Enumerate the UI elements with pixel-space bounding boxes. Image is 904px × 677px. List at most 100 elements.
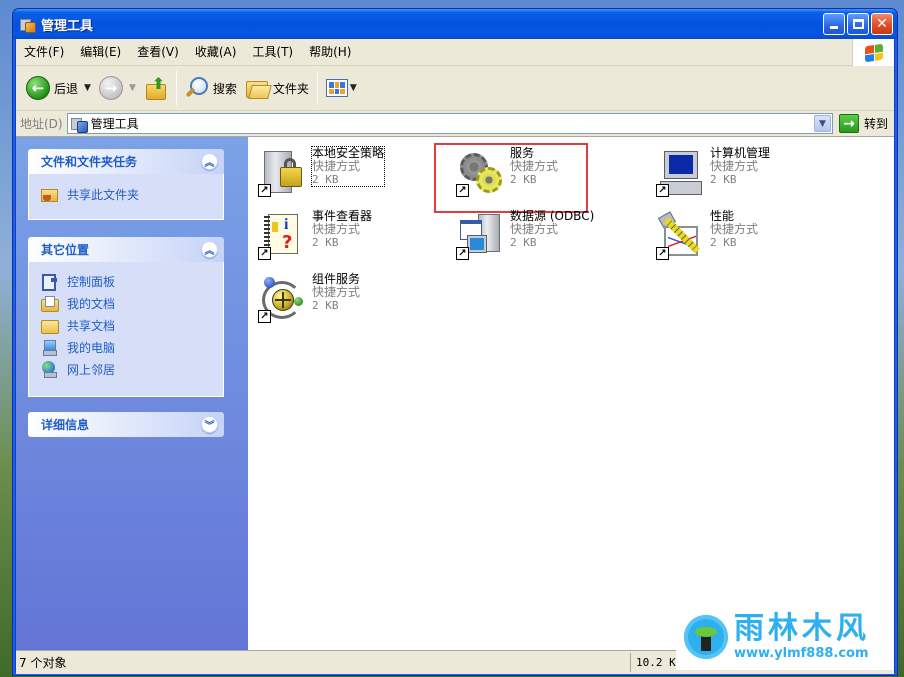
forward-dropdown-icon[interactable]: ▼ (129, 83, 136, 93)
close-button[interactable]: ✕ (871, 13, 893, 35)
file-item-computer-management[interactable]: ↗ 计算机管理 快捷方式 2 KB (656, 145, 851, 201)
my-computer-icon (41, 339, 57, 356)
place-label: 控制面板 (67, 274, 116, 289)
watermark: 雨林木风 www.ylmf888.com (676, 604, 894, 670)
file-item-performance[interactable]: ↗ 性能 快捷方式 2 KB (656, 208, 851, 264)
task-label: 共享此文件夹 (67, 187, 140, 202)
panel-title: 其它位置 (41, 243, 90, 257)
odbc-data-source-icon: ↗ (456, 212, 504, 260)
views-dropdown-icon[interactable]: ▼ (350, 83, 357, 93)
address-dropdown-icon[interactable]: ▼ (813, 115, 831, 132)
file-item-services[interactable]: ↗ 服务 快捷方式 2 KB (456, 145, 651, 201)
event-viewer-icon: i? ↗ (258, 212, 306, 260)
window-controls: ✕ (823, 13, 893, 35)
shortcut-arrow-icon: ↗ (656, 247, 669, 260)
back-dropdown-icon[interactable]: ▼ (84, 83, 91, 93)
file-size: 2 KB (510, 173, 537, 186)
menu-edit[interactable]: 编辑(E) (72, 42, 129, 62)
close-icon: ✕ (876, 16, 888, 32)
file-size: 2 KB (312, 236, 339, 249)
file-item-local-security-policy[interactable]: ↗ 本地安全策略 快捷方式 2 KB (258, 145, 453, 201)
folders-button[interactable]: 文件夹 (241, 71, 313, 105)
search-label: 搜索 (212, 81, 237, 96)
shortcut-arrow-icon: ↗ (258, 310, 271, 323)
shortcut-arrow-icon: ↗ (656, 184, 669, 197)
details-panel: 详细信息 ︾ (28, 412, 224, 437)
performance-icon: ↗ (656, 211, 704, 260)
place-label: 共享文档 (67, 318, 116, 333)
file-size: 2 KB (710, 236, 737, 249)
file-text: 组件服务 快捷方式 2 KB (312, 273, 360, 313)
address-value: 管理工具 (90, 117, 139, 131)
toolbar-separator (175, 71, 177, 105)
network-places-icon (41, 361, 57, 378)
file-text: 数据源 (ODBC) 快捷方式 2 KB (510, 210, 594, 250)
panel-header[interactable]: 其它位置 ︽ (28, 237, 224, 262)
place-shared-documents[interactable]: 共享文档 (41, 314, 211, 336)
maximize-button[interactable] (847, 13, 869, 35)
place-control-panel[interactable]: 控制面板 (41, 270, 211, 292)
file-type: 快捷方式 (710, 159, 759, 173)
control-panel-icon (41, 273, 57, 291)
services-icon: ↗ (456, 149, 504, 197)
folder-up-icon (144, 74, 168, 100)
menu-bar: 文件(F) 编辑(E) 查看(V) 收藏(A) 工具(T) 帮助(H) (16, 39, 894, 66)
panel-header[interactable]: 详细信息 ︾ (28, 412, 224, 437)
file-item-event-viewer[interactable]: i? ↗ 事件查看器 快捷方式 2 KB (258, 208, 453, 264)
place-label: 网上邻居 (67, 362, 116, 377)
share-folder-icon (41, 186, 58, 202)
file-text: 本地安全策略 快捷方式 2 KB (310, 146, 386, 187)
windows-flag-icon (864, 43, 883, 62)
go-button[interactable]: → 转到 (833, 113, 894, 134)
back-label: 后退 (54, 81, 79, 96)
place-my-computer[interactable]: 我的电脑 (41, 336, 211, 358)
place-label: 我的电脑 (67, 340, 116, 355)
file-size: 2 KB (510, 236, 537, 249)
menu-view[interactable]: 查看(V) (129, 42, 187, 62)
back-arrow-icon: ← (26, 76, 50, 100)
administrative-tools-icon (70, 116, 88, 133)
expand-icon[interactable]: ︾ (201, 416, 218, 433)
views-icon (325, 79, 348, 97)
task-share-folder[interactable]: 共享此文件夹 (41, 183, 211, 205)
windows-logo (852, 39, 894, 66)
content-area: 文件和文件夹任务 ︽ 共享此文件夹 其它位置 ︽ 控制面板 我的文档 共享文档 … (16, 136, 894, 650)
my-documents-icon (41, 295, 59, 312)
back-button[interactable]: ← 后退 ▼ (22, 71, 95, 105)
minimize-button[interactable] (823, 13, 845, 35)
folders-icon (245, 77, 269, 99)
file-list: ↗ 本地安全策略 快捷方式 2 KB ↗ 服务 快捷方式 2 KB ↗ 计算机管… (248, 137, 894, 650)
watermark-brand: 雨林木风 (734, 611, 870, 646)
collapse-icon[interactable]: ︽ (201, 241, 218, 258)
address-label: 地址(D) (20, 117, 63, 131)
file-text: 事件查看器 快捷方式 2 KB (312, 210, 372, 250)
minimize-icon (830, 26, 838, 29)
watermark-url: www.ylmf888.com (734, 646, 869, 661)
file-item-odbc[interactable]: ↗ 数据源 (ODBC) 快捷方式 2 KB (456, 208, 651, 264)
file-text: 服务 快捷方式 2 KB (510, 147, 558, 187)
place-network-places[interactable]: 网上邻居 (41, 358, 211, 380)
collapse-icon[interactable]: ︽ (201, 153, 218, 170)
menu-file[interactable]: 文件(F) (16, 42, 72, 62)
search-button[interactable]: 搜索 (181, 71, 241, 105)
administrative-tools-icon (19, 16, 36, 33)
title-bar[interactable]: 管理工具 ✕ (13, 9, 897, 39)
panel-header[interactable]: 文件和文件夹任务 ︽ (28, 149, 224, 174)
file-item-component-services[interactable]: ↗ 组件服务 快捷方式 2 KB (258, 271, 453, 327)
folders-label: 文件夹 (272, 81, 309, 96)
address-input[interactable]: 管理工具 ▼ (66, 113, 833, 134)
file-text: 计算机管理 快捷方式 2 KB (710, 147, 770, 187)
menu-help[interactable]: 帮助(H) (301, 42, 359, 62)
place-my-documents[interactable]: 我的文档 (41, 292, 211, 314)
menu-tools[interactable]: 工具(T) (244, 42, 301, 62)
file-type: 快捷方式 (312, 222, 361, 236)
forward-button[interactable]: → ▼ (95, 71, 140, 105)
menu-favorites[interactable]: 收藏(A) (187, 42, 245, 62)
panel-body: 共享此文件夹 (28, 174, 224, 220)
up-button[interactable] (140, 71, 172, 105)
watermark-text: 雨林木风 www.ylmf888.com (734, 612, 870, 662)
views-button[interactable]: ▼ (322, 71, 361, 105)
component-services-icon: ↗ (258, 275, 306, 323)
file-folder-tasks-panel: 文件和文件夹任务 ︽ 共享此文件夹 (28, 149, 224, 220)
task-pane: 文件和文件夹任务 ︽ 共享此文件夹 其它位置 ︽ 控制面板 我的文档 共享文档 … (16, 137, 248, 650)
